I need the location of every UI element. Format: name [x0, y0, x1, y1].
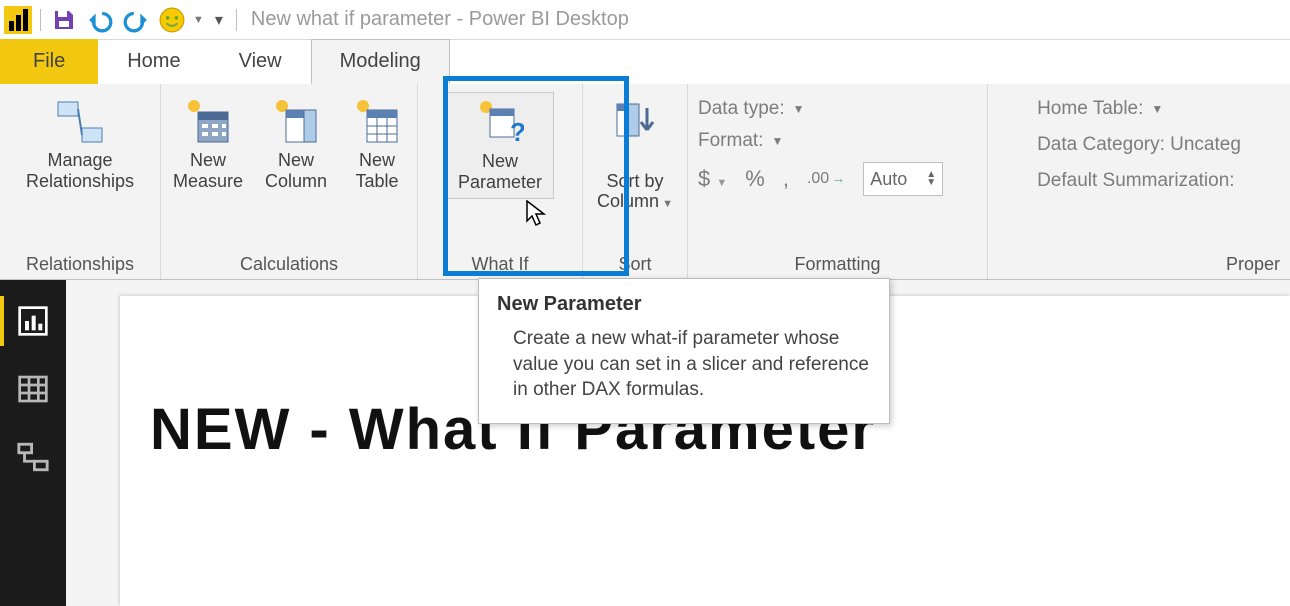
separator	[40, 9, 41, 31]
thousands-button[interactable]: ,	[783, 166, 789, 192]
new-table-icon	[353, 98, 401, 146]
new-column-label: New Column	[265, 150, 327, 191]
chevron-down-icon: ▼	[793, 102, 805, 116]
chevron-down-icon: ▼	[1151, 102, 1163, 116]
new-parameter-button[interactable]: ? New Parameter	[446, 92, 554, 199]
report-view-button[interactable]	[12, 300, 54, 342]
new-measure-icon	[184, 98, 232, 146]
data-type-dropdown[interactable]: Data type: ▼	[698, 98, 977, 120]
report-view-icon	[17, 305, 49, 337]
model-view-button[interactable]	[12, 436, 54, 478]
decimal-places-spinner[interactable]: ▲▼	[863, 162, 943, 196]
group-properties: Home Table: ▼ Data Category: Uncateg Def…	[988, 84, 1290, 279]
group-formatting-label: Formatting	[794, 252, 880, 275]
data-category-dropdown[interactable]: Data Category: Uncateg	[1037, 134, 1241, 156]
new-table-button[interactable]: New Table	[347, 92, 407, 191]
tooltip: New Parameter Create a new what-if param…	[478, 278, 890, 424]
tooltip-title: New Parameter	[497, 293, 871, 316]
decimals-button[interactable]: .00 →	[807, 170, 845, 188]
new-column-button[interactable]: New Column	[259, 92, 333, 191]
relationships-icon	[56, 98, 104, 146]
group-sort-label: Sort	[618, 252, 651, 275]
data-category-label: Data Category: Uncateg	[1037, 134, 1241, 156]
feedback-button[interactable]	[157, 5, 187, 35]
chevron-down-icon: ▼	[771, 134, 783, 148]
tab-modeling[interactable]: Modeling	[311, 39, 450, 84]
new-table-label: New Table	[355, 150, 398, 191]
svg-text:?: ?	[510, 117, 524, 147]
save-button[interactable]	[49, 5, 79, 35]
undo-button[interactable]	[85, 5, 115, 35]
tab-file[interactable]: File	[0, 39, 98, 84]
group-properties-label: Proper	[1226, 252, 1280, 275]
data-type-label: Data type:	[698, 98, 785, 120]
qat-customize-button[interactable]: ▾	[210, 5, 228, 35]
default-summarization-label: Default Summarization:	[1037, 170, 1234, 192]
group-relationships-label: Relationships	[26, 252, 134, 275]
new-parameter-label: New Parameter	[458, 151, 542, 192]
format-label: Format:	[698, 130, 763, 152]
tab-home[interactable]: Home	[98, 39, 209, 84]
group-sort: Sort by Column ▼ Sort	[583, 84, 688, 279]
new-measure-label: New Measure	[173, 150, 243, 191]
undo-icon	[87, 7, 113, 33]
group-calculations: New Measure New Column	[161, 84, 418, 279]
save-icon	[52, 8, 76, 32]
tab-view[interactable]: View	[210, 39, 311, 84]
data-view-button[interactable]	[12, 368, 54, 410]
separator	[236, 9, 237, 31]
spinner-arrows[interactable]: ▲▼	[926, 171, 936, 187]
chevron-down-icon: ▼	[716, 177, 727, 189]
default-summarization-dropdown[interactable]: Default Summarization:	[1037, 170, 1241, 192]
tooltip-body: Create a new what-if parameter whose val…	[497, 326, 871, 403]
percent-button[interactable]: %	[745, 166, 765, 192]
sort-by-column-button[interactable]: Sort by Column ▼	[593, 92, 677, 212]
data-view-icon	[17, 373, 49, 405]
ribbon: Manage Relationships Relationships New M…	[0, 84, 1290, 280]
new-column-icon	[272, 98, 320, 146]
redo-button[interactable]	[121, 5, 151, 35]
decimal-places-input[interactable]	[870, 169, 920, 190]
model-view-icon	[16, 440, 50, 474]
new-measure-button[interactable]: New Measure	[171, 92, 245, 191]
manage-relationships-button[interactable]: Manage Relationships	[10, 92, 150, 191]
group-whatif: ? New Parameter What If	[418, 84, 583, 279]
view-sidebar	[0, 280, 66, 606]
home-table-label: Home Table:	[1037, 98, 1143, 120]
ribbon-tabs: File Home View Modeling	[0, 40, 1290, 84]
qat-customize-icon: ▾	[215, 10, 223, 30]
arrow-right-icon: →	[831, 170, 845, 186]
manage-relationships-label: Manage Relationships	[26, 150, 134, 191]
window-title: New what if parameter - Power BI Desktop	[251, 8, 629, 31]
new-parameter-icon: ?	[476, 99, 524, 147]
group-whatif-label: What If	[471, 252, 528, 275]
group-relationships: Manage Relationships Relationships	[0, 84, 161, 279]
sort-by-column-label: Sort by Column ▼	[597, 150, 673, 212]
smiley-icon	[159, 7, 185, 33]
quick-access-toolbar: ▼ ▾ New what if parameter - Power BI Des…	[0, 0, 1290, 40]
feedback-dropdown-icon[interactable]: ▼	[193, 14, 204, 26]
redo-icon	[123, 7, 149, 33]
app-logo	[4, 6, 32, 34]
home-table-dropdown[interactable]: Home Table: ▼	[1037, 98, 1241, 120]
group-formatting: Data type: ▼ Format: ▼ $ ▼ % , .00 →	[688, 84, 988, 279]
group-calculations-label: Calculations	[240, 252, 338, 275]
sort-icon	[611, 98, 659, 146]
format-dropdown[interactable]: Format: ▼	[698, 130, 977, 152]
currency-button[interactable]: $ ▼	[698, 166, 727, 192]
